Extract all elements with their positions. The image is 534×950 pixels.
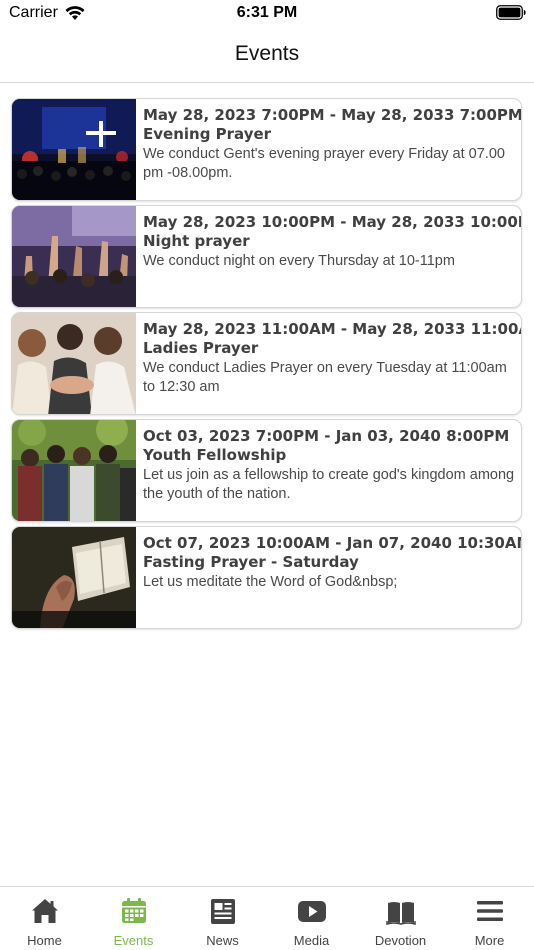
- tab-bar: Home Events News Media Devotion More: [0, 886, 534, 950]
- event-card[interactable]: May 28, 2023 7:00PM - May 28, 2033 7:00P…: [11, 98, 522, 201]
- event-image-ladies-prayer: [12, 313, 136, 414]
- event-list: May 28, 2023 7:00PM - May 28, 2033 7:00P…: [11, 98, 522, 633]
- tab-label: Media: [293, 933, 330, 948]
- tab-devotion[interactable]: Devotion: [356, 887, 445, 950]
- tab-label: Events: [113, 933, 154, 948]
- menu-icon: [475, 896, 505, 926]
- event-image-fasting-prayer: [12, 527, 136, 628]
- home-icon: [30, 896, 60, 926]
- battery-icon: [496, 5, 526, 20]
- event-image-night-prayer: [12, 206, 136, 307]
- tab-home[interactable]: Home: [0, 887, 89, 950]
- newspaper-icon: [208, 896, 238, 926]
- event-card[interactable]: May 28, 2023 11:00AM - May 28, 2033 11:0…: [11, 312, 522, 415]
- event-description: We conduct night on every Thursday at 10…: [143, 253, 455, 269]
- clock-time: 6:31 PM: [236, 4, 298, 21]
- tab-label: Devotion: [374, 933, 427, 948]
- event-date: May 28, 2023 7:00PM - May 28, 2033 7:00P…: [143, 106, 522, 124]
- event-title: Fasting Prayer - Saturday: [143, 553, 359, 571]
- event-title: Evening Prayer: [143, 125, 272, 143]
- navigation-bar: Events: [0, 30, 534, 83]
- play-icon: [297, 896, 327, 926]
- event-title: Youth Fellowship: [143, 446, 287, 464]
- event-description: Let us meditate the Word of God&nbsp;: [143, 574, 398, 590]
- book-icon: [385, 896, 416, 926]
- tab-media[interactable]: Media: [267, 887, 356, 950]
- event-description: We conduct Ladies Prayer on every Tuesda…: [143, 360, 507, 395]
- tab-label: News: [206, 933, 239, 948]
- event-card[interactable]: Oct 03, 2023 7:00PM - Jan 03, 2040 8:00P…: [11, 419, 522, 522]
- event-image-evening-prayer: [12, 99, 136, 200]
- events-screen: Carrier 6:31 PM Events May 28, 2023 7:00…: [0, 0, 534, 950]
- event-description: Let us join as a fellowship to create go…: [143, 467, 515, 502]
- event-image-youth-fellowship: [12, 420, 136, 521]
- event-card[interactable]: Oct 07, 2023 10:00AM - Jan 07, 2040 10:3…: [11, 526, 522, 629]
- event-title: Night prayer: [143, 232, 250, 250]
- tab-label: Home: [27, 933, 62, 948]
- event-date: May 28, 2023 11:00AM - May 28, 2033 11:0…: [143, 320, 522, 338]
- event-card[interactable]: May 28, 2023 10:00PM - May 28, 2033 10:0…: [11, 205, 522, 308]
- event-date: Oct 03, 2023 7:00PM - Jan 03, 2040 8:00P…: [143, 427, 510, 445]
- tab-more[interactable]: More: [445, 887, 534, 950]
- page-title: Events: [234, 42, 300, 65]
- event-description: We conduct Gent's evening prayer every F…: [143, 146, 505, 181]
- event-date: Oct 07, 2023 10:00AM - Jan 07, 2040 10:3…: [143, 534, 522, 552]
- status-bar: Carrier 6:31 PM: [0, 0, 534, 30]
- event-date: May 28, 2023 10:00PM - May 28, 2033 10:0…: [143, 213, 522, 231]
- tab-news[interactable]: News: [178, 887, 267, 950]
- calendar-icon: [119, 896, 149, 926]
- event-title: Ladies Prayer: [143, 339, 259, 357]
- tab-events[interactable]: Events: [89, 887, 178, 950]
- tab-label: More: [474, 933, 505, 948]
